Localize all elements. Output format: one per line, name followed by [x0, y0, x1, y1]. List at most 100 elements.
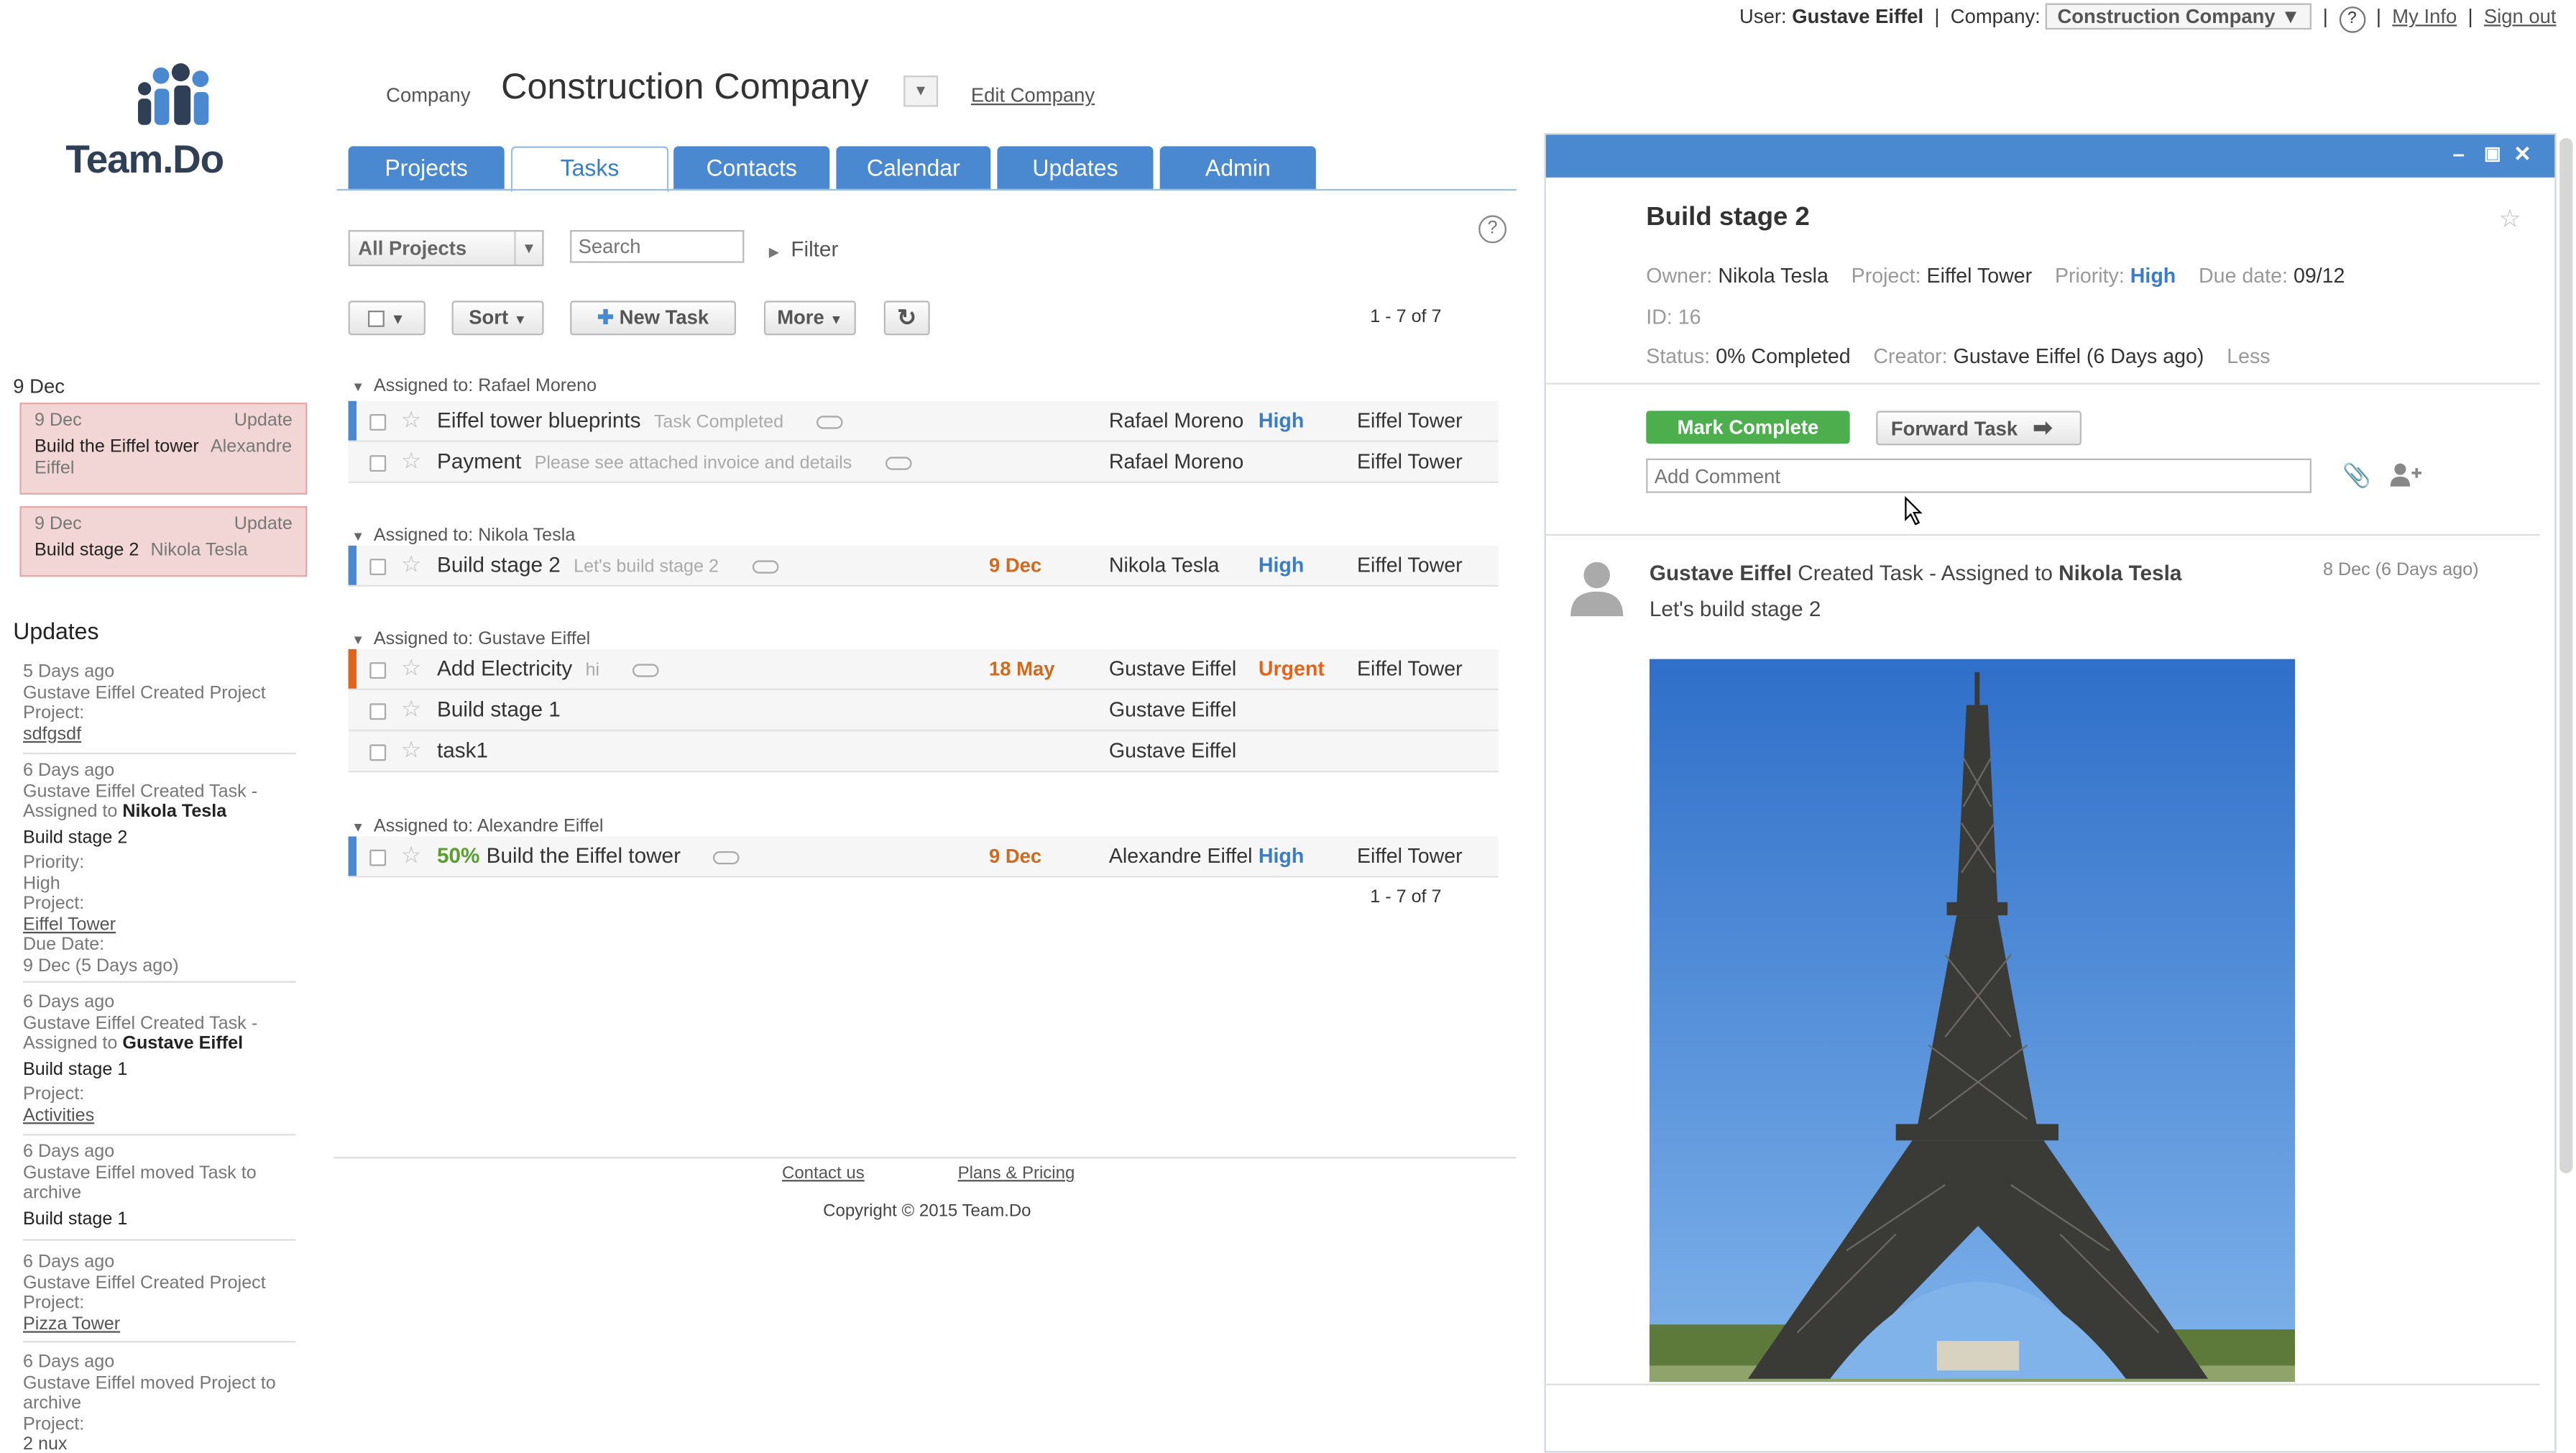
help-icon[interactable]: ? [1478, 215, 1506, 244]
panel-scrollbar[interactable] [2559, 137, 2573, 1173]
plans-pricing-link[interactable]: Plans & Pricing [958, 1163, 1075, 1183]
task-title-cell[interactable]: Build stage 1 [437, 697, 561, 721]
paperclip-icon[interactable]: 📎 [2342, 462, 2371, 490]
help-icon[interactable]: ? [2339, 6, 2365, 33]
add-user-icon[interactable] [2388, 462, 2422, 488]
logo[interactable]: Team.Do [65, 63, 279, 188]
task-row[interactable]: ☆ 50% Build the Eiffel tower 9 Dec Alexandre… [348, 836, 1499, 878]
task-title-cell[interactable]: task1 [437, 738, 488, 762]
update-link[interactable]: Activities [23, 1105, 295, 1126]
star-icon[interactable]: ☆ [401, 406, 422, 434]
update-link[interactable]: Pizza Tower [23, 1314, 295, 1334]
task-row[interactable]: ☆ Payment Please see attached invoice and … [348, 441, 1499, 483]
all-projects-select[interactable]: All Projects ▼ [348, 229, 544, 267]
company-select[interactable]: Construction Company ▼ [2046, 3, 2312, 30]
eiffel-tower-image[interactable] [1649, 659, 2296, 1383]
card-type: Update [234, 514, 293, 534]
task-title-cell[interactable]: Payment Please see attached invoice and d… [437, 449, 911, 473]
tab-updates[interactable]: Updates [997, 146, 1154, 189]
card-title: Build the Eiffel tower [34, 436, 199, 457]
minimize-icon[interactable]: – [2453, 142, 2465, 166]
star-icon[interactable]: ☆ [401, 841, 422, 869]
filter-toggle[interactable]: ▶ Filter [769, 237, 839, 261]
mark-complete-button[interactable]: Mark Complete [1646, 411, 1850, 444]
group-header[interactable]: ▼ Assigned to: Alexandre Eiffel [351, 817, 603, 836]
update-label: Priority: [22, 853, 85, 873]
attachment-icon [816, 415, 843, 428]
tab-projects[interactable]: Projects [348, 146, 505, 189]
calendar-card[interactable]: 9 Dec Update Build the Eiffel tower Alex… [19, 402, 308, 495]
my-info-link[interactable]: My Info [2392, 5, 2457, 28]
tab-contacts[interactable]: Contacts [673, 146, 830, 189]
task-row[interactable]: ☆ task1 Gustave Eiffel [348, 731, 1499, 773]
update-item: 5 Days ago Gustave Eiffel Created Projec… [22, 662, 296, 755]
tab-calendar[interactable]: Calendar [836, 146, 991, 189]
new-task-button[interactable]: ✚ New Task [570, 301, 736, 336]
maximize-icon[interactable]: ▣ [2484, 143, 2501, 164]
close-icon[interactable]: ✕ [2513, 142, 2531, 168]
sign-out-link[interactable]: Sign out [2484, 5, 2557, 28]
update-link[interactable]: sdfgsdf [23, 724, 295, 745]
star-icon[interactable]: ☆ [401, 447, 422, 475]
star-icon[interactable]: ☆ [2499, 203, 2521, 234]
group-header[interactable]: ▼ Assigned to: Rafael Moreno [351, 376, 597, 395]
divider [1545, 533, 2540, 536]
task-priority: Urgent [1258, 657, 1325, 681]
task-title-cell[interactable]: 50% Build the Eiffel tower [437, 843, 740, 868]
update-text: Gustave Eiffel moved Task to archive [22, 1163, 257, 1204]
checkbox-icon [368, 310, 385, 327]
task-title-cell[interactable]: Eiffel tower blueprints Task Completed [437, 408, 843, 432]
calendar-card[interactable]: 9 Dec Update Build stage 2 Nikola Tesla [19, 505, 308, 577]
select-all-button[interactable]: ▼ [348, 301, 426, 336]
task-checkbox[interactable] [369, 455, 387, 472]
chevron-down-icon: ▼ [2281, 4, 2301, 28]
more-button[interactable]: More ▼ [763, 301, 856, 336]
group-header[interactable]: ▼ Assigned to: Gustave Eiffel [351, 629, 590, 648]
creator-label: Creator: [1873, 344, 1948, 368]
company-dropdown-icon[interactable]: ▼ [903, 75, 939, 107]
task-title-cell[interactable]: Add Electricity hi [436, 655, 659, 681]
star-icon[interactable]: ☆ [401, 551, 422, 579]
sort-button[interactable]: Sort ▼ [451, 301, 544, 336]
task-checkbox[interactable] [369, 849, 387, 866]
less-toggle[interactable]: Less [2227, 345, 2270, 368]
avatar [1570, 562, 1624, 617]
refresh-button[interactable]: ↻ [883, 301, 930, 336]
user-label: User: [1739, 4, 1787, 28]
star-icon[interactable]: ☆ [401, 695, 422, 723]
contact-us-link[interactable]: Contact us [782, 1163, 865, 1183]
forward-task-button[interactable]: Forward Task ➡ [1876, 411, 2082, 446]
task-title-cell[interactable]: Build stage 2 Let's build stage 2 [437, 552, 778, 577]
add-comment-input[interactable] [1646, 458, 2312, 493]
update-text: Gustave Eiffel Created Project [22, 1273, 266, 1293]
tab-admin[interactable]: Admin [1159, 146, 1316, 189]
task-row[interactable]: ☆ Build stage 2 Let's build stage 2 9 Dec Ni… [348, 545, 1499, 587]
task-checkbox[interactable] [369, 662, 387, 679]
task-priority: High [1258, 554, 1305, 577]
task-row[interactable]: ☆ Add Electricity hi 18 May Gustave Eiffel Ur… [348, 648, 1499, 690]
attachment-icon [751, 559, 778, 573]
star-icon[interactable]: ☆ [401, 654, 422, 682]
star-icon[interactable]: ☆ [401, 736, 422, 764]
divider [1545, 382, 2540, 385]
chevron-down-icon: ▼ [829, 312, 843, 327]
due-value: 09/12 [2293, 264, 2345, 288]
edit-company-link[interactable]: Edit Company [971, 84, 1095, 107]
task-checkbox[interactable] [369, 413, 387, 431]
search-input[interactable] [570, 229, 745, 263]
group-header[interactable]: ▼ Assigned to: Nikola Tesla [351, 526, 575, 545]
task-title: Add Electricity [436, 655, 573, 681]
task-checkbox[interactable] [369, 559, 387, 575]
update-link[interactable]: Eiffel Tower [23, 915, 295, 935]
task-status-row: Status: 0% Completed Creator: Gustave Ei… [1646, 345, 2270, 368]
task-checkbox[interactable] [369, 703, 387, 720]
update-link[interactable]: 2 nux [23, 1434, 295, 1449]
task-row[interactable]: ☆ Build stage 1 Gustave Eiffel [348, 689, 1499, 732]
tab-tasks[interactable]: Tasks [510, 146, 669, 193]
panel-titlebar: – ▣ ✕ [1545, 134, 2555, 178]
owner-label: Owner: [1646, 264, 1713, 288]
task-row[interactable]: ☆ Eiffel tower blueprints Task Completed Ra… [348, 400, 1499, 442]
triangle-down-icon: ▼ [351, 528, 365, 544]
update-time: 6 Days ago [22, 992, 115, 1012]
task-checkbox[interactable] [369, 744, 387, 761]
